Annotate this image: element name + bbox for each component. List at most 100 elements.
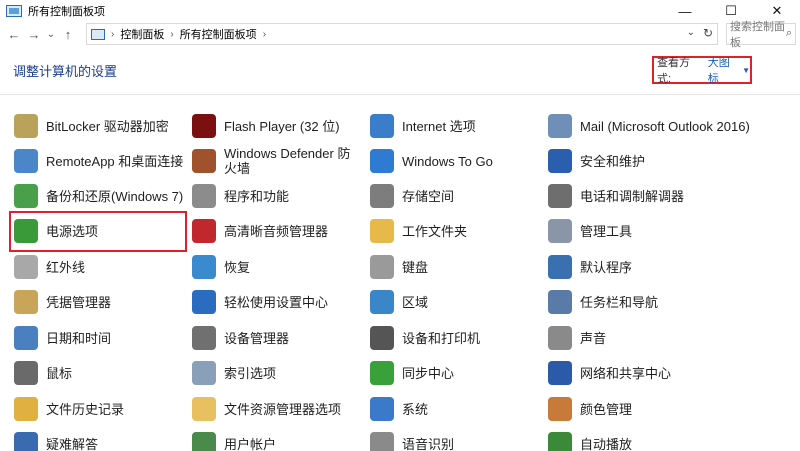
control-panel-item[interactable]: BitLocker 驱动器加密: [14, 109, 184, 143]
control-panel-item[interactable]: 声音: [548, 321, 793, 355]
user-accounts-icon: [192, 432, 216, 451]
control-panel-item[interactable]: 程序和功能: [192, 179, 362, 213]
control-panel-item[interactable]: 红外线: [14, 250, 184, 284]
breadcrumb-separator: ›: [111, 28, 115, 40]
control-panel-item[interactable]: 工作文件夹: [370, 214, 540, 248]
control-panel-item-label: 存储空间: [402, 188, 455, 204]
control-panel-item[interactable]: 备份和还原(Windows 7): [14, 179, 184, 213]
default-programs-icon: [548, 255, 572, 279]
breadcrumb-all-items[interactable]: 所有控制面板项: [180, 26, 257, 42]
control-panel-item[interactable]: 自动播放: [548, 427, 793, 451]
control-panel-item[interactable]: 设备和打印机: [370, 321, 540, 355]
control-panel-item[interactable]: 颜色管理: [548, 392, 793, 426]
minimize-button[interactable]: —: [662, 0, 708, 22]
control-panel-item-label: 默认程序: [580, 259, 633, 275]
control-panel-item[interactable]: RemoteApp 和桌面连接: [14, 144, 184, 178]
control-panel-item[interactable]: 默认程序: [548, 250, 793, 284]
control-panel-item[interactable]: 文件资源管理器选项: [192, 392, 362, 426]
control-panel-item[interactable]: 日期和时间: [14, 321, 184, 355]
remoteapp-icon: [14, 149, 38, 173]
control-panel-item[interactable]: 区域: [370, 285, 540, 319]
control-panel-item[interactable]: 任务栏和导航: [548, 285, 793, 319]
control-panel-item[interactable]: Flash Player (32 位): [192, 109, 362, 143]
control-panel-item[interactable]: 安全和维护: [548, 144, 793, 178]
window-title: 所有控制面板项: [28, 6, 105, 18]
control-panel-item-label: Windows To Go: [402, 153, 493, 169]
mouse-icon: [14, 361, 38, 385]
control-panel-item[interactable]: 网络和共享中心: [548, 356, 793, 390]
speech-recognition-icon: [370, 432, 394, 451]
control-panel-item-label: 自动播放: [580, 436, 633, 451]
control-panel-item[interactable]: 疑难解答: [14, 427, 184, 451]
control-panel-item-label: 网络和共享中心: [580, 365, 672, 381]
recent-locations-icon[interactable]: ⌄: [44, 24, 58, 44]
view-by-value[interactable]: 大图标: [708, 54, 739, 86]
breadcrumb-separator: ›: [170, 28, 174, 40]
back-button[interactable]: ←: [4, 24, 24, 44]
audio-manager-icon: [192, 219, 216, 243]
control-panel-item[interactable]: 高清晰音频管理器: [192, 214, 362, 248]
color-management-icon: [548, 397, 572, 421]
control-panel-item[interactable]: 文件历史记录: [14, 392, 184, 426]
recovery-icon: [192, 255, 216, 279]
storage-spaces-icon: [370, 184, 394, 208]
breadcrumb-control-panel[interactable]: 控制面板: [120, 26, 164, 42]
control-panel-item-label: 日期和时间: [46, 330, 112, 346]
control-panel-item-label: 设备和打印机: [402, 330, 481, 346]
control-panel-item[interactable]: 索引选项: [192, 356, 362, 390]
navigation-bar: ← → ⌄ ↑ › 控制面板 › 所有控制面板项 › ⌄ ↻: [0, 22, 800, 46]
control-panel-item[interactable]: 键盘: [370, 250, 540, 284]
phone-modem-icon: [548, 184, 572, 208]
firewall-icon: [192, 149, 216, 173]
devices-printers-icon: [370, 326, 394, 350]
control-panel-item-label: Mail (Microsoft Outlook 2016): [580, 118, 750, 134]
forward-button[interactable]: →: [24, 24, 44, 44]
control-panel-item[interactable]: 系统: [370, 392, 540, 426]
control-panel-item-label: 声音: [580, 330, 607, 346]
indexing-options-icon: [192, 361, 216, 385]
control-panel-item-label: 高清晰音频管理器: [224, 223, 329, 239]
control-panel-item[interactable]: Internet 选项: [370, 109, 540, 143]
control-panel-item[interactable]: 存储空间: [370, 179, 540, 213]
view-by-label: 查看方式:: [657, 57, 690, 85]
mail-outlook-icon: [548, 114, 572, 138]
credential-manager-icon: [14, 290, 38, 314]
flash-player-icon: [192, 114, 216, 138]
control-panel-item-label: 凭据管理器: [46, 294, 112, 310]
control-panel-item[interactable]: 设备管理器: [192, 321, 362, 355]
programs-features-icon: [192, 184, 216, 208]
device-manager-icon: [192, 326, 216, 350]
control-panel-item[interactable]: 轻松使用设置中心: [192, 285, 362, 319]
file-history-icon: [14, 397, 38, 421]
control-panel-item[interactable]: Windows Defender 防火墙: [192, 144, 362, 178]
control-panel-item-label: 文件历史记录: [46, 401, 125, 417]
control-panel-item-label: Windows Defender 防火墙: [224, 146, 351, 176]
control-panel-item-label: 同步中心: [402, 365, 455, 381]
control-panel-item-label: 系统: [402, 401, 429, 417]
control-panel-icon: [6, 5, 22, 17]
control-panel-item[interactable]: 管理工具: [548, 214, 793, 248]
control-panel-item[interactable]: 语音识别: [370, 427, 540, 451]
search-input[interactable]: 搜索控制面板 ⌕: [726, 21, 796, 49]
control-panel-item-label: 工作文件夹: [402, 223, 468, 239]
network-sharing-icon: [548, 361, 572, 385]
control-panel-item[interactable]: 用户帐户: [192, 427, 362, 451]
control-panel-item-label: Internet 选项: [402, 118, 476, 134]
control-panel-item[interactable]: 鼠标: [14, 356, 184, 390]
control-panel-item[interactable]: 同步中心: [370, 356, 540, 390]
control-panel-item[interactable]: Windows To Go: [370, 144, 540, 178]
address-dropdown-icon[interactable]: ⌄: [687, 27, 695, 38]
control-panel-item-label: 用户帐户: [224, 436, 277, 451]
refresh-icon[interactable]: ↻: [703, 26, 713, 40]
address-bar[interactable]: › 控制面板 › 所有控制面板项 › ⌄ ↻: [86, 23, 718, 45]
control-panel-item[interactable]: 电话和调制解调器: [548, 179, 793, 213]
up-button[interactable]: ↑: [58, 24, 78, 44]
control-panel-item[interactable]: 凭据管理器: [14, 285, 184, 319]
search-icon[interactable]: ⌕: [786, 27, 792, 40]
control-panel-item[interactable]: 恢复: [192, 250, 362, 284]
view-by-selector[interactable]: 查看方式: 大图标 ▼: [652, 54, 752, 86]
control-panel-item[interactable]: Mail (Microsoft Outlook 2016): [548, 109, 793, 143]
date-time-icon: [14, 326, 38, 350]
chevron-down-icon[interactable]: ▼: [742, 66, 750, 75]
security-flag-icon: [548, 149, 572, 173]
